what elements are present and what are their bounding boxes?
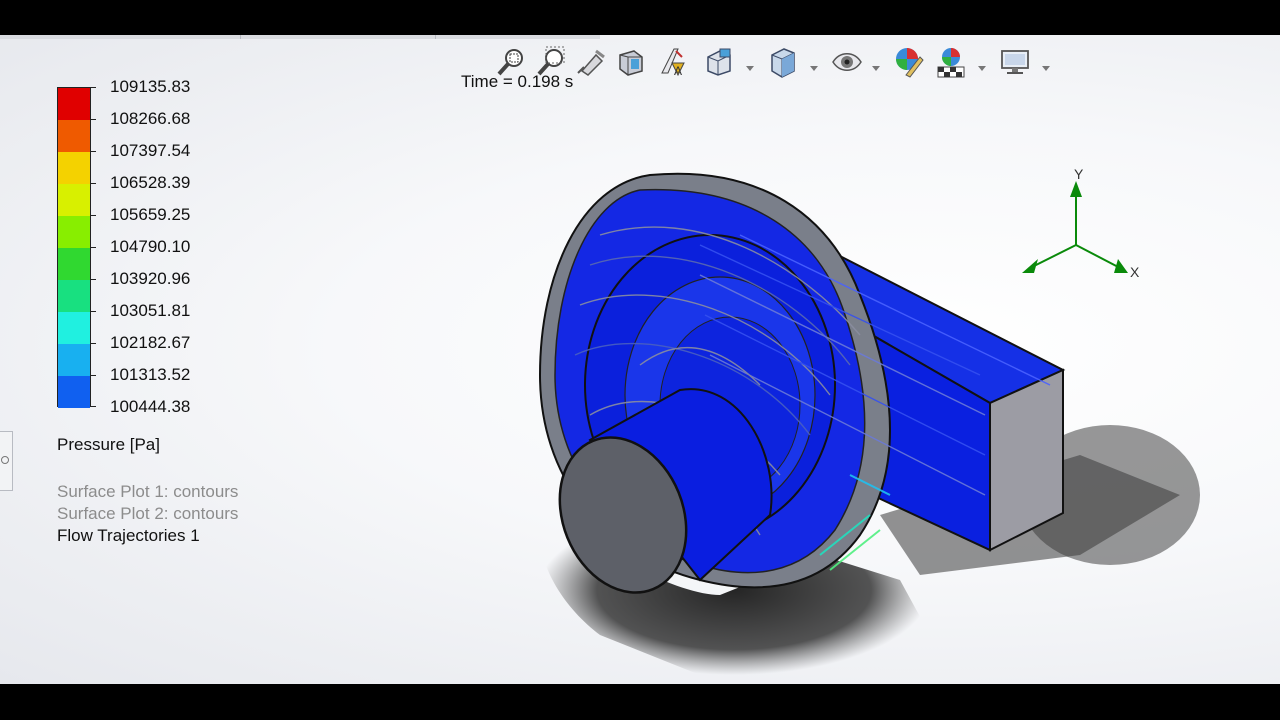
legend-value: 100444.38 — [110, 397, 191, 416]
legend-value: 103051.81 — [110, 301, 191, 320]
coordinate-triad: Y X — [1022, 166, 1140, 280]
hide-show-items-icon[interactable] — [830, 45, 864, 79]
color-scale-segment — [58, 184, 90, 216]
legend-tick — [91, 375, 96, 376]
legend-title: Pressure [Pa] — [57, 435, 160, 454]
color-scale-segment — [58, 152, 90, 184]
legend-value: 109135.83 — [110, 77, 191, 96]
display-style-icon[interactable] — [766, 45, 800, 79]
legend-tick — [91, 151, 96, 152]
display-style-dropdown-icon[interactable] — [810, 59, 818, 71]
model-scene[interactable] — [0, 35, 1280, 684]
view-settings-dropdown-icon[interactable] — [1042, 59, 1050, 71]
view-settings-icon[interactable] — [998, 45, 1032, 79]
color-scale-bar — [57, 87, 91, 408]
apply-scene-icon[interactable] — [934, 45, 968, 79]
legend-tick — [91, 279, 96, 280]
legend-value: 107397.54 — [110, 141, 191, 160]
legend-tick — [91, 406, 96, 407]
apply-scene-dropdown-icon[interactable] — [978, 59, 986, 71]
svg-text:A: A — [674, 64, 682, 78]
view-orientation-icon[interactable] — [702, 45, 736, 79]
legend-value: 106528.39 — [110, 173, 191, 192]
graphics-viewport[interactable]: 109135.83 108266.68 107397.54 106528.39 1056… — [0, 35, 1280, 684]
color-scale-segment — [58, 216, 90, 248]
legend-tick — [91, 247, 96, 248]
color-scale-segment — [58, 248, 90, 280]
zoom-to-area-icon[interactable] — [534, 45, 568, 79]
color-scale-segment — [58, 280, 90, 312]
section-view-icon[interactable] — [614, 45, 648, 79]
plot-item-trajectories[interactable]: Flow Trajectories 1 — [57, 526, 200, 546]
legend-value: 102182.67 — [110, 333, 191, 352]
zoom-to-fit-icon[interactable] — [494, 45, 528, 79]
legend-tick — [91, 311, 96, 312]
legend-value: 105659.25 — [110, 205, 191, 224]
color-scale-segment — [58, 344, 90, 376]
legend-tick — [91, 215, 96, 216]
view-orientation-dropdown-icon[interactable] — [746, 59, 754, 71]
legend-value: 108266.68 — [110, 109, 191, 128]
color-scale-segment — [58, 88, 90, 120]
triad-x-label: X — [1130, 264, 1140, 280]
triad-y-label: Y — [1074, 166, 1084, 182]
legend-tick — [91, 87, 96, 88]
plot-item-surface-1[interactable]: Surface Plot 1: contours — [57, 482, 238, 502]
color-scale-segment — [58, 376, 90, 408]
legend-value: 104790.10 — [110, 237, 191, 256]
legend-tick — [91, 183, 96, 184]
dynamic-annotation-icon[interactable]: A — [654, 45, 688, 79]
color-scale-segment — [58, 312, 90, 344]
color-scale-segment — [58, 120, 90, 152]
legend-value: 103920.96 — [110, 269, 191, 288]
legend-tick — [91, 343, 96, 344]
edit-appearance-icon[interactable] — [892, 45, 926, 79]
previous-view-icon[interactable] — [574, 45, 608, 79]
legend-tick — [91, 119, 96, 120]
plot-item-surface-2[interactable]: Surface Plot 2: contours — [57, 504, 238, 524]
legend-value: 101313.52 — [110, 365, 191, 384]
hide-show-dropdown-icon[interactable] — [872, 59, 880, 71]
